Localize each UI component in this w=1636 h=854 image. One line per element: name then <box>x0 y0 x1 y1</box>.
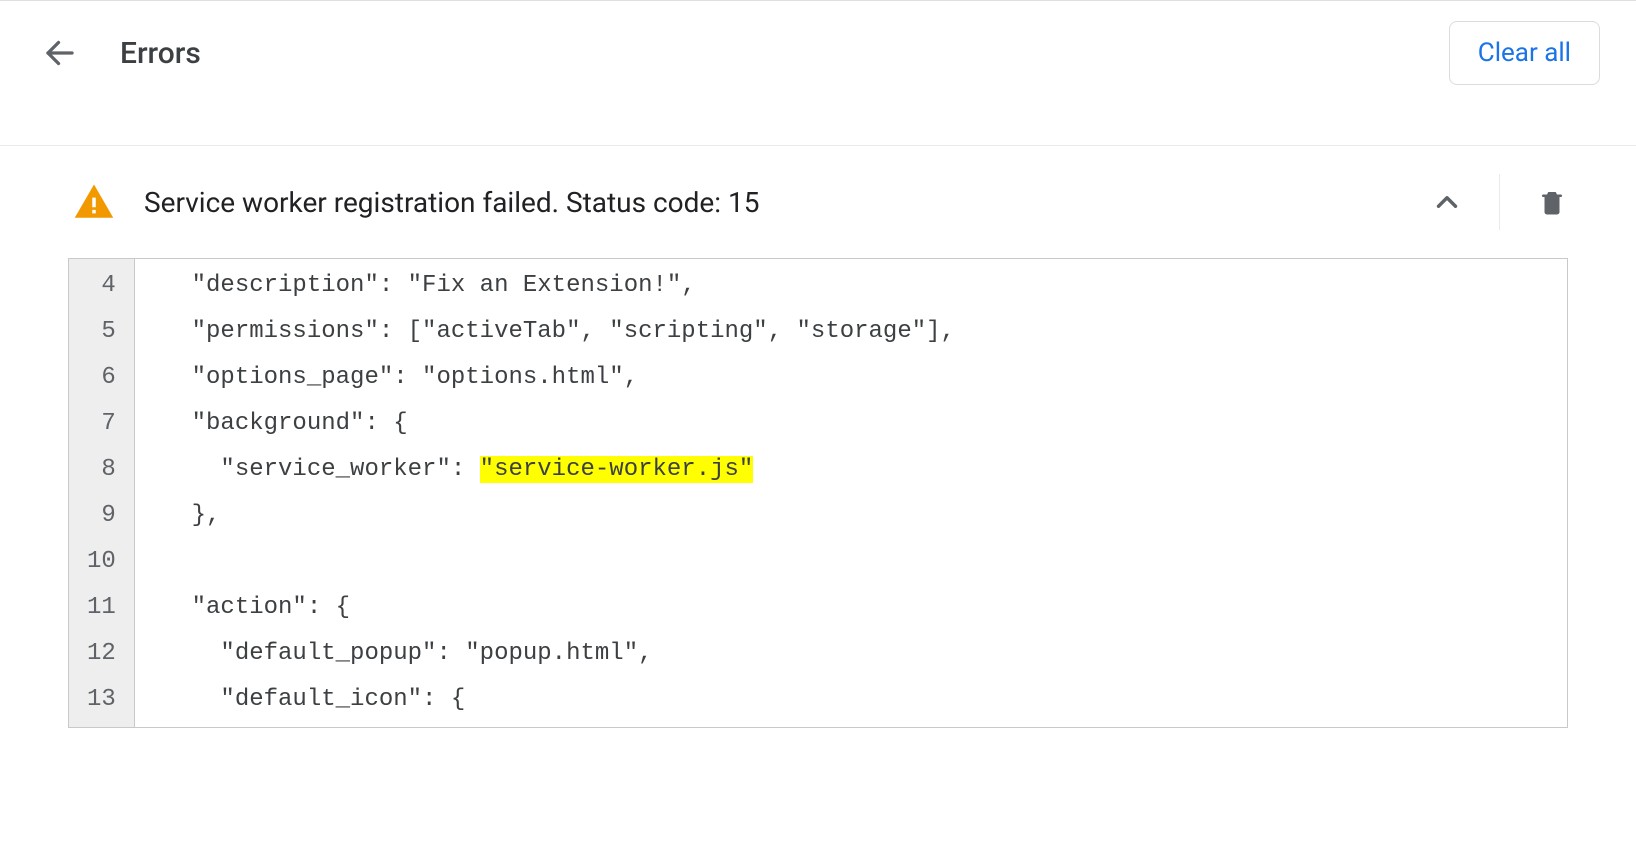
code-lines: "description": "Fix an Extension!", "per… <box>135 259 1567 727</box>
code-line: "default_popup": "popup.html", <box>163 631 1567 677</box>
error-item-header: Service worker registration failed. Stat… <box>0 146 1636 258</box>
line-number: 6 <box>79 355 124 401</box>
line-number: 9 <box>79 493 124 539</box>
chevron-up-icon <box>1430 185 1464 219</box>
line-number: 13 <box>79 677 124 723</box>
top-bar: Errors Clear all <box>0 1 1636 105</box>
code-gutter: 45678910111213 <box>69 259 135 727</box>
code-line: "permissions": ["activeTab", "scripting"… <box>163 309 1567 355</box>
errors-page: Errors Clear all Service worker registra… <box>0 0 1636 854</box>
line-number: 7 <box>79 401 124 447</box>
warning-icon <box>72 180 116 224</box>
highlighted-code: "service-worker.js" <box>480 456 754 483</box>
line-number: 10 <box>79 539 124 585</box>
code-block: 45678910111213 "description": "Fix an Ex… <box>68 258 1568 728</box>
code-line: "description": "Fix an Extension!", <box>163 263 1567 309</box>
error-message: Service worker registration failed. Stat… <box>144 186 1419 219</box>
code-line: "default_icon": { <box>163 677 1567 723</box>
code-line: "action": { <box>163 585 1567 631</box>
vertical-divider <box>1499 174 1500 230</box>
code-line: "options_page": "options.html", <box>163 355 1567 401</box>
collapse-button[interactable] <box>1419 174 1475 230</box>
code-line: "service_worker": "service-worker.js" <box>163 447 1567 493</box>
code-line: }, <box>163 493 1567 539</box>
page-title: Errors <box>120 36 1449 71</box>
line-number: 4 <box>79 263 124 309</box>
trash-icon <box>1537 187 1567 217</box>
line-number: 5 <box>79 309 124 355</box>
line-number: 11 <box>79 585 124 631</box>
delete-error-button[interactable] <box>1524 174 1580 230</box>
line-number: 8 <box>79 447 124 493</box>
code-line <box>163 539 1567 585</box>
back-button[interactable] <box>36 29 84 77</box>
error-list: Service worker registration failed. Stat… <box>0 146 1636 728</box>
code-line: "background": { <box>163 401 1567 447</box>
clear-all-button[interactable]: Clear all <box>1449 21 1600 85</box>
arrow-left-icon <box>42 35 78 71</box>
line-number: 12 <box>79 631 124 677</box>
